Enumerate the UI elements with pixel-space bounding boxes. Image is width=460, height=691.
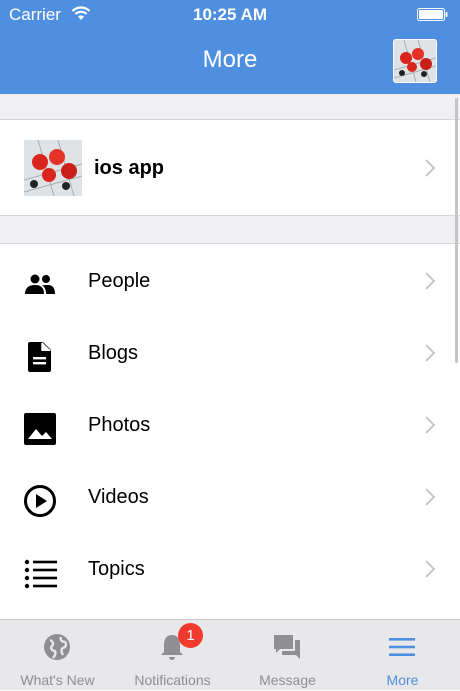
menu-item-label: Blogs	[88, 342, 139, 364]
people-icon	[25, 274, 55, 294]
avatar-image	[394, 40, 436, 82]
chat-icon	[274, 635, 300, 659]
chevron-right-icon	[425, 272, 436, 290]
tab-label: Notifications	[134, 672, 211, 688]
profile-row[interactable]: ios app	[0, 120, 460, 215]
section-separator	[0, 215, 460, 244]
profile-image	[24, 140, 82, 196]
chevron-right-icon	[425, 159, 436, 177]
chevron-right-icon	[425, 344, 436, 362]
menu-item-label: Photos	[88, 414, 151, 436]
hamburger-menu-icon	[389, 638, 415, 656]
menu-item-people[interactable]: People	[0, 245, 460, 317]
list-icon	[24, 559, 57, 589]
tab-label: What's New	[20, 672, 95, 688]
tab-label: Message	[259, 672, 316, 688]
navigation-header: Carrier 10:25 AM More	[0, 0, 460, 94]
menu-item-photos[interactable]: Photos	[0, 389, 460, 461]
menu-item-topics[interactable]: Topics	[0, 533, 460, 605]
menu-item-blogs[interactable]: Blogs	[0, 317, 460, 389]
chevron-right-icon	[425, 416, 436, 434]
menu-item-label: Videos	[88, 486, 149, 508]
profile-thumbnail	[24, 140, 82, 196]
globe-icon	[44, 634, 70, 660]
clock: 10:25 AM	[192, 5, 267, 24]
section-separator	[0, 94, 460, 120]
menu-item-label: People	[88, 270, 151, 292]
menu-item-videos[interactable]: Videos	[0, 461, 460, 533]
page-title: More	[202, 46, 258, 73]
chevron-right-icon	[425, 560, 436, 578]
tab-more[interactable]: More	[345, 620, 460, 691]
play-circle-icon	[24, 485, 56, 517]
photo-icon	[24, 413, 56, 445]
profile-name: ios app	[94, 157, 165, 179]
tab-bar: What's New Notifications Message More	[0, 619, 460, 690]
tab-message[interactable]: Message	[230, 620, 345, 691]
tab-label: More	[386, 672, 419, 688]
chevron-right-icon	[425, 488, 436, 506]
tab-whats-new[interactable]: What's New	[0, 620, 115, 691]
document-icon	[28, 342, 51, 372]
menu-item-label: Topics	[88, 558, 145, 580]
scrollbar[interactable]	[455, 98, 458, 363]
tab-notifications[interactable]: Notifications	[115, 620, 230, 691]
status-bar: Carrier 10:25 AM	[0, 0, 460, 30]
notification-badge: 1	[178, 623, 203, 648]
battery-icon	[417, 8, 448, 21]
avatar[interactable]	[393, 39, 437, 83]
